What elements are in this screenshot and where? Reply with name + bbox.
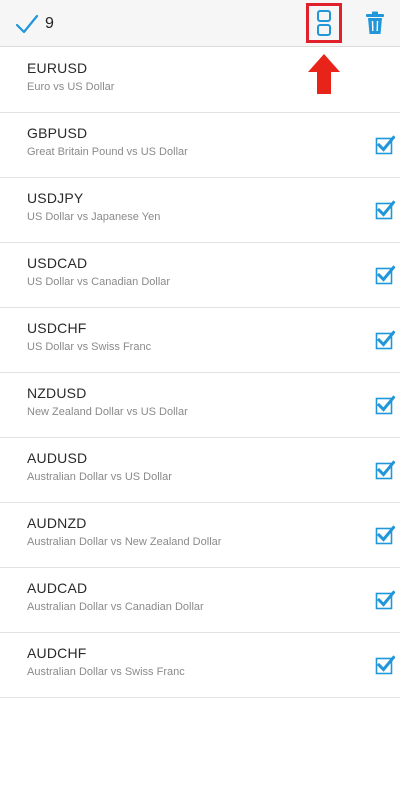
selected-checkbox-icon[interactable] — [375, 135, 395, 155]
selected-checkbox-icon[interactable] — [375, 460, 395, 480]
symbol-description: Great Britain Pound vs US Dollar — [27, 146, 188, 158]
toolbar: 9 — [0, 0, 400, 47]
symbol-row-audnzd[interactable]: AUDNZD Australian Dollar vs New Zealand D… — [0, 503, 400, 568]
symbol-row-audchf[interactable]: AUDCHF Australian Dollar vs Swiss Franc — [0, 633, 400, 698]
symbols-view-button[interactable] — [306, 3, 342, 43]
selected-count: 9 — [45, 15, 54, 32]
symbol-name: USDCAD — [27, 255, 88, 271]
selected-checkbox-icon[interactable] — [375, 265, 395, 285]
symbol-row-usdjpy[interactable]: USDJPY US Dollar vs Japanese Yen — [0, 178, 400, 243]
symbol-name: USDCHF — [27, 320, 87, 336]
selected-checkbox-icon[interactable] — [375, 330, 395, 350]
symbol-description: US Dollar vs Japanese Yen — [27, 211, 161, 223]
symbol-name: AUDCAD — [27, 580, 88, 596]
symbol-row-nzdusd[interactable]: NZDUSD New Zealand Dollar vs US Dollar — [0, 373, 400, 438]
symbol-description: Australian Dollar vs New Zealand Dollar — [27, 536, 222, 548]
symbol-list: EURUSD Euro vs US Dollar GBPUSD Great Brita… — [0, 48, 400, 698]
checkmark-icon — [15, 14, 39, 34]
symbol-description: New Zealand Dollar vs US Dollar — [27, 406, 188, 418]
symbol-row-usdcad[interactable]: USDCAD US Dollar vs Canadian Dollar — [0, 243, 400, 308]
symbol-description: US Dollar vs Swiss Franc — [27, 341, 152, 353]
symbol-name: NZDUSD — [27, 385, 87, 401]
symbol-row-gbpusd[interactable]: GBPUSD Great Britain Pound vs US Dollar — [0, 113, 400, 178]
symbol-name: EURUSD — [27, 60, 88, 76]
symbol-description: Euro vs US Dollar — [27, 81, 115, 93]
symbol-name: AUDUSD — [27, 450, 88, 466]
symbol-description: US Dollar vs Canadian Dollar — [27, 276, 171, 288]
done-button[interactable]: 9 — [14, 9, 54, 39]
symbol-description: Australian Dollar vs Canadian Dollar — [27, 601, 204, 613]
symbol-row-audusd[interactable]: AUDUSD Australian Dollar vs US Dollar — [0, 438, 400, 503]
trash-icon — [366, 11, 384, 34]
symbols-view-icon — [317, 10, 331, 36]
selected-checkbox-icon[interactable] — [375, 395, 395, 415]
delete-button[interactable] — [362, 9, 388, 37]
selected-checkbox-icon[interactable] — [375, 590, 395, 610]
symbol-row-audcad[interactable]: AUDCAD Australian Dollar vs Canadian Doll… — [0, 568, 400, 633]
selected-checkbox-icon[interactable] — [375, 200, 395, 220]
symbol-row-usdchf[interactable]: USDCHF US Dollar vs Swiss Franc — [0, 308, 400, 373]
symbol-description: Australian Dollar vs US Dollar — [27, 471, 172, 483]
symbol-name: AUDNZD — [27, 515, 87, 531]
symbol-name: USDJPY — [27, 190, 84, 206]
red-up-arrow-icon — [308, 54, 340, 94]
selected-checkbox-icon[interactable] — [375, 525, 395, 545]
selected-checkbox-icon[interactable] — [375, 655, 395, 675]
symbol-description: Australian Dollar vs Swiss Franc — [27, 666, 185, 678]
symbol-name: GBPUSD — [27, 125, 88, 141]
symbol-name: AUDCHF — [27, 645, 87, 661]
